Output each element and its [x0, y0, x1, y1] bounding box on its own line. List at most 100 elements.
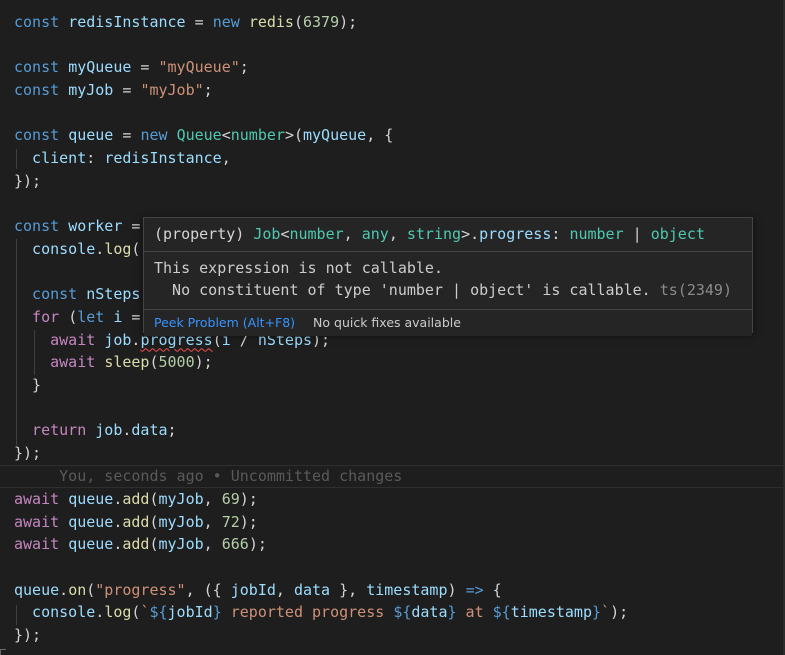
code-token: (	[149, 353, 159, 372]
code-token: myQueue	[303, 126, 367, 145]
code-token: .	[95, 603, 105, 622]
code-token: console	[14, 239, 96, 258]
code-token: >.	[461, 225, 480, 243]
code-line[interactable]	[14, 397, 785, 420]
code-line[interactable]: console.log(`${jobId} reported progress …	[14, 601, 785, 624]
code-line[interactable]	[14, 34, 785, 57]
code-token: :	[86, 149, 105, 168]
code-token: ;	[239, 58, 249, 77]
code-token: add	[122, 512, 150, 531]
code-token: myJob	[158, 489, 204, 508]
code-token: let	[77, 307, 114, 326]
code-line[interactable]: await queue.add(myJob, 666);	[14, 533, 785, 556]
indent-guide	[16, 239, 17, 445]
code-token: =	[185, 13, 213, 31]
code-token: {	[483, 580, 502, 599]
code-token: const	[14, 217, 69, 236]
code-token: );	[610, 603, 629, 622]
code-token: },	[330, 580, 367, 599]
error-code: ts(2349)	[650, 281, 732, 299]
code-token: >(	[284, 126, 303, 145]
code-token: jobId	[167, 603, 213, 622]
code-token: ;	[203, 81, 213, 100]
code-line[interactable]: }	[14, 374, 785, 397]
code-line[interactable]: await queue.add(myJob, 69);	[14, 488, 785, 511]
code-line[interactable]	[14, 102, 785, 125]
code-token: data	[131, 421, 168, 440]
code-line[interactable]: await sleep(5000);	[14, 351, 785, 374]
code-token: jobId	[230, 580, 276, 599]
code-token: client	[14, 149, 87, 168]
error-detail: No constituent of type 'number | object'…	[154, 279, 742, 301]
code-line[interactable]: const myJob = "myJob";	[14, 79, 785, 102]
code-token: );	[239, 489, 258, 508]
code-token: redis	[248, 13, 294, 31]
code-token: 6379	[303, 13, 340, 31]
code-line[interactable]: await queue.add(myJob, 72);	[14, 511, 785, 534]
git-blame-annotation[interactable]: You, seconds ago • Uncommitted changes	[0, 464, 785, 488]
code-line[interactable]: });	[14, 442, 785, 465]
indent-guide	[16, 149, 17, 169]
code-token: 666	[221, 535, 249, 554]
code-line[interactable]: const myQueue = "myQueue";	[14, 56, 785, 79]
peek-problem-link[interactable]: Peek Problem (Alt+F8)	[154, 315, 295, 330]
code-token: <	[221, 126, 231, 145]
code-token: "myQueue"	[158, 58, 240, 77]
code-line[interactable]: const queue = new Queue<number>(myQueue,…	[14, 124, 785, 147]
code-token: ,	[388, 225, 407, 243]
code-token: `	[601, 603, 611, 622]
code-token: ;	[167, 421, 177, 440]
code-token: ${	[149, 603, 168, 622]
code-token: Job	[253, 225, 281, 243]
code-token: , ({	[185, 580, 231, 599]
code-token: const	[14, 58, 69, 77]
code-token: .	[59, 580, 69, 599]
code-token: add	[122, 535, 150, 554]
code-line[interactable]	[14, 193, 785, 216]
code-token: add	[122, 489, 150, 508]
code-line[interactable]: client: redisInstance,	[14, 147, 785, 170]
code-token: number	[230, 126, 285, 145]
code-token: }	[212, 603, 222, 622]
code-token: |	[623, 225, 651, 243]
code-token: object	[650, 225, 705, 243]
code-token: 5000	[158, 353, 195, 372]
code-token: "progress"	[95, 580, 186, 599]
code-token: console	[14, 603, 96, 622]
code-line[interactable]: });	[14, 624, 785, 647]
code-token: (property)	[154, 225, 254, 243]
code-token: =	[113, 81, 141, 100]
hover-action-bar: Peek Problem (Alt+F8) No quick fixes ava…	[144, 310, 752, 336]
code-token: ,	[343, 225, 362, 243]
code-token: (	[293, 13, 303, 31]
code-token: await	[14, 535, 69, 554]
code-token: job	[95, 421, 123, 440]
code-line[interactable]: const redisInstance = new redis(6379);	[14, 11, 785, 34]
code-token: const	[14, 126, 69, 145]
hover-diagnostic: This expression is not callable. No cons…	[144, 252, 752, 310]
code-token: ,	[203, 535, 222, 554]
code-token: queue	[68, 512, 114, 531]
code-token: =>	[465, 580, 484, 599]
code-token: myQueue	[68, 58, 132, 77]
code-token: log	[104, 603, 132, 622]
code-token: string	[406, 225, 462, 243]
code-token: number	[289, 225, 344, 243]
code-line[interactable]: return job.data;	[14, 419, 785, 442]
code-token: (	[149, 512, 159, 531]
code-token: =	[113, 126, 141, 145]
code-token: queue	[68, 126, 114, 145]
code-line[interactable]	[14, 556, 785, 579]
code-token: myJob	[68, 81, 114, 100]
code-token: ,	[221, 149, 231, 168]
code-line[interactable]: });	[14, 170, 785, 193]
code-token: at	[456, 603, 493, 622]
code-line[interactable]: queue.on("progress", ({ jobId, data }, t…	[14, 579, 785, 602]
hover-widget: (property) Job<number, any, string>.prog…	[143, 217, 753, 336]
code-token: ${	[492, 603, 511, 622]
code-editor[interactable]: const redisInstance = new redis(6379); co…	[0, 0, 785, 655]
code-token: on	[68, 580, 87, 599]
hover-signature: (property) Job<number, any, string>.prog…	[144, 218, 752, 252]
code-token: timestamp	[510, 603, 592, 622]
code-token: data	[411, 603, 448, 622]
